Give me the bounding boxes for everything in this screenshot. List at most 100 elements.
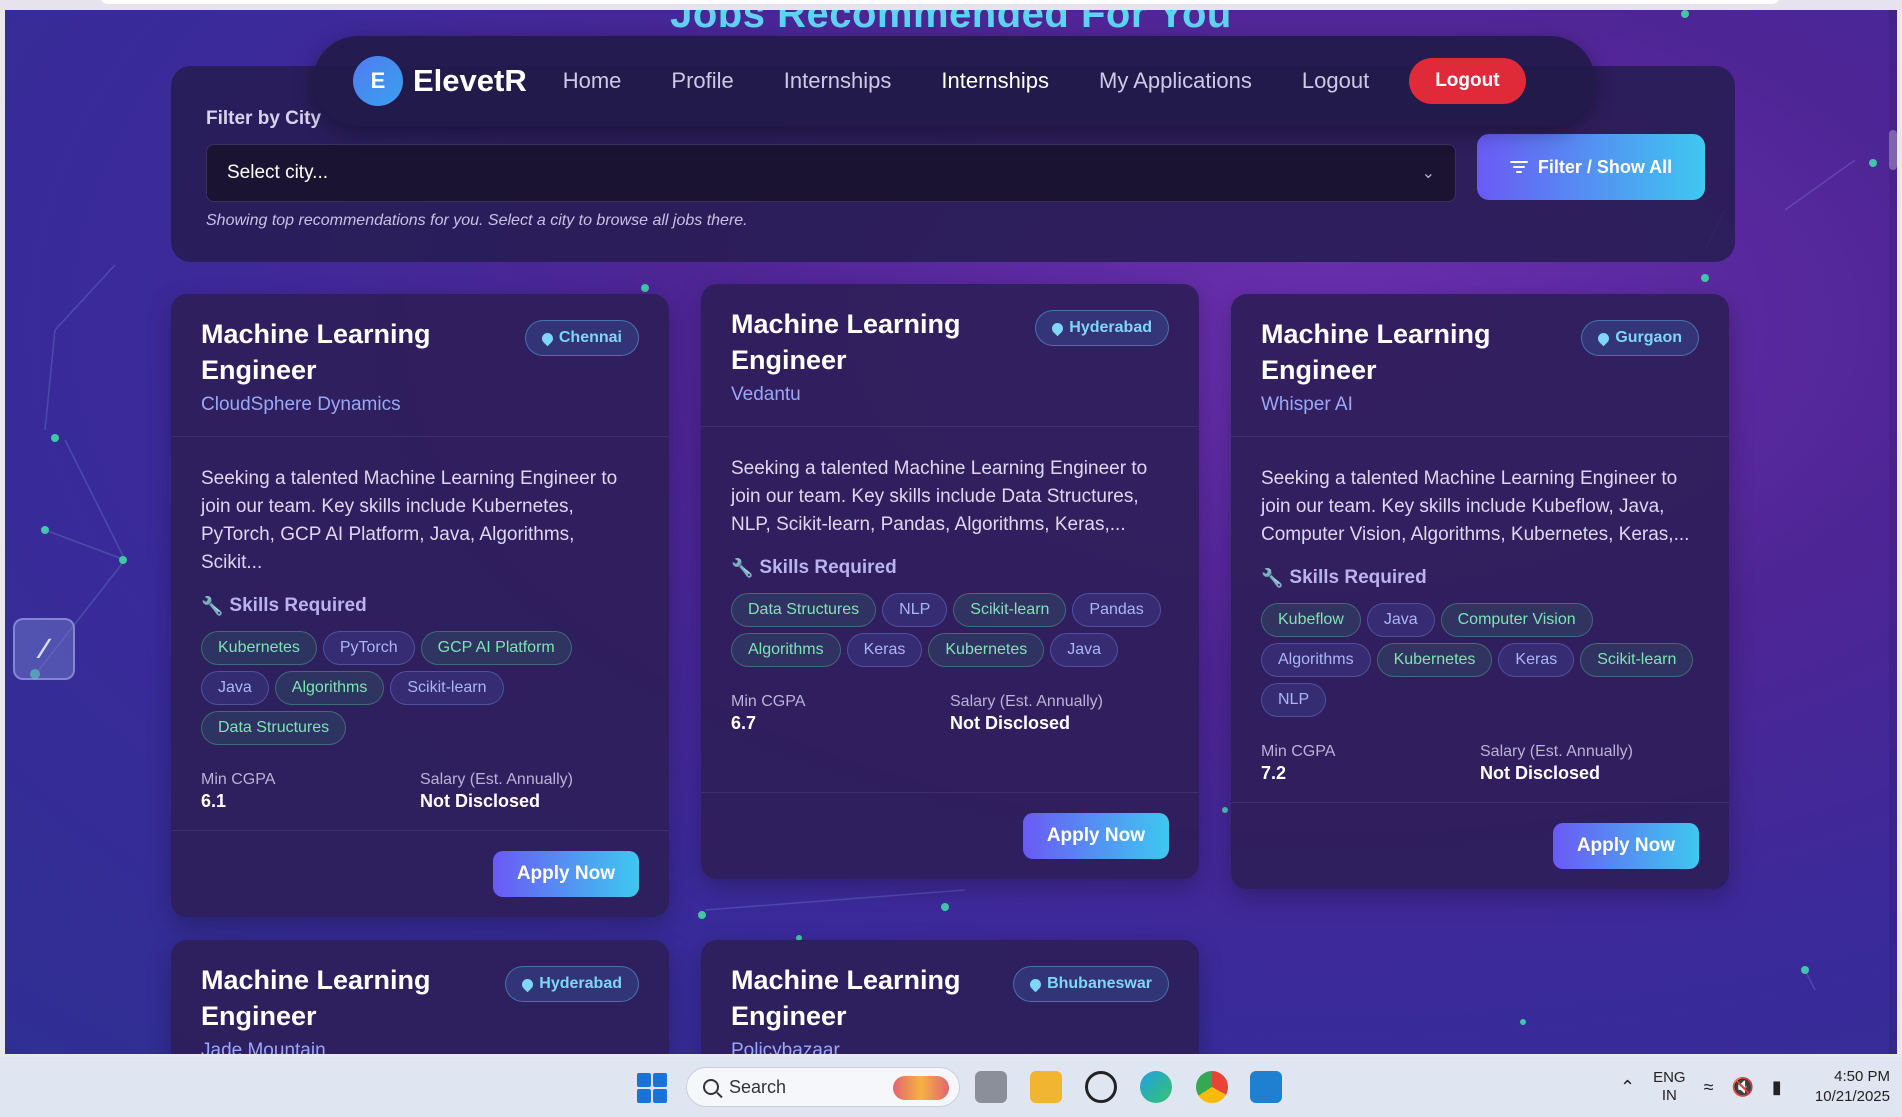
job-card-footer: Apply Now bbox=[171, 830, 669, 917]
task-view-icon[interactable] bbox=[975, 1071, 1007, 1103]
chevron-up-icon[interactable]: ⌃ bbox=[1620, 1077, 1635, 1098]
min-cgpa-label: Min CGPA bbox=[1261, 743, 1336, 760]
salary-value: Not Disclosed bbox=[420, 791, 541, 811]
salary-value: Not Disclosed bbox=[950, 713, 1071, 733]
skill-tag: Java bbox=[201, 671, 269, 705]
wrench-icon: 🔧 bbox=[731, 557, 754, 578]
map-pin-icon bbox=[1596, 330, 1612, 346]
map-pin-icon bbox=[1027, 976, 1044, 992]
skills-heading-label: Skills Required bbox=[759, 557, 897, 578]
windows-start-icon[interactable] bbox=[637, 1073, 667, 1103]
apply-now-button[interactable]: Apply Now bbox=[1552, 823, 1699, 869]
skill-tag: Keras bbox=[1498, 643, 1575, 677]
skill-tag: GCP AI Platform bbox=[420, 631, 572, 665]
scrollbar[interactable] bbox=[1889, 10, 1897, 1054]
skill-tag: Scikit-learn bbox=[953, 593, 1067, 627]
taskbar: Search ⌃ ENG IN ≈ 🔇 ▮ 4:50 PM 10/21/2025 bbox=[0, 1057, 1902, 1117]
job-company: Policybazaar bbox=[731, 1040, 840, 1054]
job-card-header: Machine Learning Engineer Policybazaar B… bbox=[701, 940, 1199, 1054]
city-badge-label: Hyderabad bbox=[1069, 319, 1152, 336]
wrench-icon: 🔧 bbox=[1261, 567, 1284, 588]
wifi-icon[interactable]: ≈ bbox=[1704, 1077, 1714, 1098]
floating-widget-icon[interactable]: ∕ bbox=[13, 618, 75, 680]
nav-my-applications[interactable]: My Applications bbox=[1099, 68, 1252, 94]
nav-home[interactable]: Home bbox=[563, 68, 622, 94]
skills-heading: 🔧 Skills Required bbox=[1261, 567, 1699, 589]
vscode-icon[interactable] bbox=[1250, 1071, 1282, 1103]
map-pin-icon bbox=[539, 330, 556, 346]
job-card-body: Seeking a talented Machine Learning Engi… bbox=[171, 437, 669, 830]
logout-button[interactable]: Logout bbox=[1409, 58, 1526, 104]
file-explorer-icon[interactable] bbox=[1030, 1071, 1062, 1103]
nav-profile[interactable]: Profile bbox=[671, 68, 733, 94]
nav-internships-active[interactable]: Internships bbox=[941, 68, 1049, 94]
job-card: Machine Learning Engineer Jade Mountain … bbox=[171, 940, 669, 1054]
clock-time: 4:50 PM bbox=[1834, 1068, 1890, 1085]
job-card-header: Machine Learning Engineer Whisper AI Gur… bbox=[1231, 294, 1729, 437]
apply-now-button[interactable]: Apply Now bbox=[1022, 813, 1169, 859]
skills-list: Kubernetes PyTorch GCP AI Platform Java … bbox=[201, 631, 641, 745]
navbar: E ElevetR Home Profile Internships Inter… bbox=[313, 36, 1595, 126]
chrome-icon[interactable] bbox=[1196, 1071, 1228, 1103]
brand[interactable]: E ElevetR bbox=[353, 56, 527, 106]
chatgpt-icon[interactable] bbox=[1085, 1071, 1117, 1103]
volume-muted-icon[interactable]: 🔇 bbox=[1732, 1077, 1754, 1098]
min-cgpa-label: Min CGPA bbox=[731, 693, 806, 710]
job-card-body: Seeking a talented Machine Learning Engi… bbox=[1231, 437, 1729, 802]
clock-date: 10/21/2025 bbox=[1814, 1088, 1890, 1105]
skill-tag: Data Structures bbox=[731, 593, 877, 627]
job-card-header: Machine Learning Engineer Jade Mountain … bbox=[171, 940, 669, 1054]
job-card: Machine Learning Engineer Vedantu Hydera… bbox=[701, 284, 1199, 879]
skills-heading: 🔧 Skills Required bbox=[731, 557, 1169, 579]
skills-heading-label: Skills Required bbox=[1289, 567, 1427, 588]
search-icon bbox=[703, 1079, 719, 1095]
salary-label: Salary (Est. Annually) bbox=[950, 693, 1103, 710]
job-card-header: Machine Learning Engineer Vedantu Hydera… bbox=[701, 284, 1199, 427]
nav-internships[interactable]: Internships bbox=[784, 68, 892, 94]
city-select-value: Select city... bbox=[227, 162, 329, 183]
salary-label: Salary (Est. Annually) bbox=[1480, 743, 1633, 760]
salary-value: Not Disclosed bbox=[1480, 763, 1601, 783]
skill-tag: Computer Vision bbox=[1440, 603, 1593, 637]
edge-browser-icon[interactable] bbox=[1140, 1071, 1172, 1103]
browser-top-strip bbox=[0, 0, 1902, 10]
filter-button-label: Filter / Show All bbox=[1537, 156, 1673, 177]
job-title: Machine Learning Engineer bbox=[731, 965, 961, 1031]
language-indicator[interactable]: ENG IN bbox=[1653, 1069, 1686, 1105]
city-badge: Gurgaon bbox=[1581, 320, 1699, 356]
skill-tag: NLP bbox=[882, 593, 948, 627]
search-highlight-icon bbox=[893, 1076, 949, 1100]
battery-icon[interactable]: ▮ bbox=[1772, 1077, 1782, 1098]
skill-tag: PyTorch bbox=[322, 631, 415, 665]
city-badge: Bhubaneswar bbox=[1013, 966, 1169, 1002]
filter-show-all-button[interactable]: Filter / Show All bbox=[1477, 134, 1705, 200]
job-company: Vedantu bbox=[731, 384, 801, 405]
city-select[interactable]: Select city... ⌄ bbox=[206, 144, 1456, 202]
filter-icon bbox=[1509, 158, 1528, 176]
skill-tag: Kubernetes bbox=[1376, 643, 1493, 677]
skills-list: Kubeflow Java Computer Vision Algorithms… bbox=[1261, 603, 1701, 717]
clock[interactable]: 4:50 PM 10/21/2025 bbox=[1815, 1067, 1890, 1107]
skill-tag: Pandas bbox=[1072, 593, 1161, 627]
skill-tag: Data Structures bbox=[201, 711, 347, 745]
job-title: Machine Learning Engineer bbox=[201, 319, 431, 385]
skill-tag: Kubernetes bbox=[928, 633, 1045, 667]
skills-heading: 🔧 Skills Required bbox=[201, 595, 639, 617]
skill-tag: Scikit-learn bbox=[390, 671, 504, 705]
city-badge: Chennai bbox=[524, 320, 639, 356]
taskbar-search[interactable]: Search bbox=[686, 1067, 960, 1107]
job-card-footer: Apply Now bbox=[701, 792, 1199, 879]
apply-now-button[interactable]: Apply Now bbox=[492, 851, 639, 897]
brand-name: ElevetR bbox=[413, 63, 527, 98]
job-company: Jade Mountain bbox=[201, 1040, 326, 1054]
min-cgpa-value: 6.7 bbox=[731, 713, 757, 733]
skill-tag: Kubeflow bbox=[1261, 603, 1361, 637]
wrench-icon: 🔧 bbox=[201, 595, 224, 616]
nav-logout-link[interactable]: Logout bbox=[1302, 68, 1369, 94]
brand-logo: E bbox=[353, 56, 403, 106]
job-title: Machine Learning Engineer bbox=[1261, 319, 1491, 385]
map-pin-icon bbox=[1050, 320, 1066, 336]
job-card-footer: Apply Now bbox=[1231, 802, 1729, 889]
job-company: Whisper AI bbox=[1261, 394, 1353, 415]
skill-tag: Java bbox=[1366, 603, 1435, 637]
